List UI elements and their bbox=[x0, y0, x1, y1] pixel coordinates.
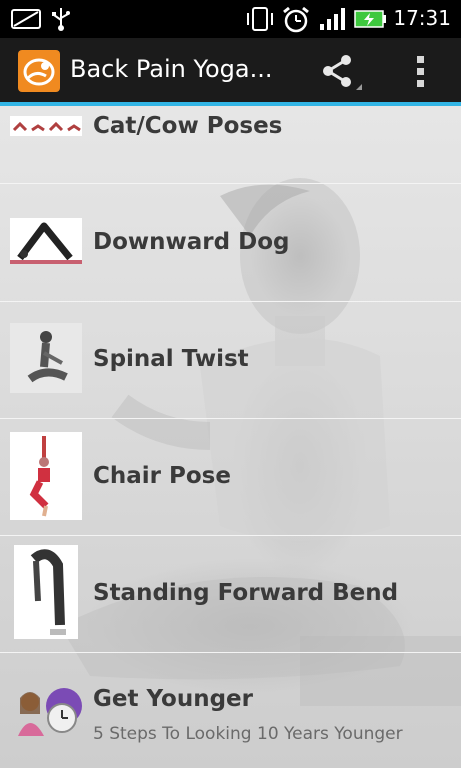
pose-subtitle: 5 Steps To Looking 10 Years Younger bbox=[93, 724, 403, 744]
list-item-cat-cow[interactable]: Cat/Cow Poses bbox=[0, 106, 461, 184]
spinal-twist-thumbnail bbox=[10, 323, 82, 393]
usb-icon bbox=[52, 8, 70, 31]
share-button[interactable] bbox=[318, 52, 362, 92]
signal-icon bbox=[320, 8, 345, 30]
list-item-downward-dog[interactable]: Downward Dog bbox=[0, 184, 461, 302]
list-item-chair-pose[interactable]: Chair Pose bbox=[0, 418, 461, 536]
action-bar: Back Pain Yoga... bbox=[0, 38, 461, 102]
pose-label: Standing Forward Bend bbox=[93, 580, 399, 606]
pose-label: Get Younger bbox=[93, 686, 253, 712]
app-icon[interactable] bbox=[18, 50, 60, 92]
list-item-get-younger[interactable]: Get Younger 5 Steps To Looking 10 Years … bbox=[0, 652, 461, 768]
standing-forward-bend-thumbnail bbox=[14, 545, 78, 639]
app-title: Back Pain Yoga... bbox=[70, 55, 273, 83]
vibrate-icon bbox=[247, 7, 273, 31]
list-item-spinal-twist[interactable]: Spinal Twist bbox=[0, 301, 461, 419]
yoga-logo-icon bbox=[23, 58, 55, 86]
status-time: 17:31 bbox=[393, 6, 451, 30]
pose-list[interactable]: Cat/Cow Poses Downward Dog Spinal Twist bbox=[0, 106, 461, 768]
get-younger-thumbnail bbox=[10, 684, 82, 736]
chair-pose-thumbnail bbox=[10, 432, 82, 520]
status-bar: 17:31 bbox=[0, 0, 461, 38]
list-item-standing-forward-bend[interactable]: Standing Forward Bend bbox=[0, 535, 461, 653]
sim-card-icon bbox=[11, 9, 41, 29]
downward-dog-thumbnail bbox=[10, 218, 82, 264]
pose-label: Spinal Twist bbox=[93, 346, 249, 372]
share-icon bbox=[323, 55, 362, 90]
pose-label: Chair Pose bbox=[93, 463, 231, 489]
overflow-menu-button[interactable] bbox=[408, 52, 432, 92]
alarm-icon bbox=[283, 6, 309, 33]
pose-label: Cat/Cow Poses bbox=[93, 113, 283, 139]
cat-cow-thumbnail bbox=[10, 116, 82, 136]
pose-label: Downward Dog bbox=[93, 229, 290, 255]
more-vertical-icon bbox=[417, 56, 424, 87]
battery-charging-icon bbox=[354, 10, 386, 28]
